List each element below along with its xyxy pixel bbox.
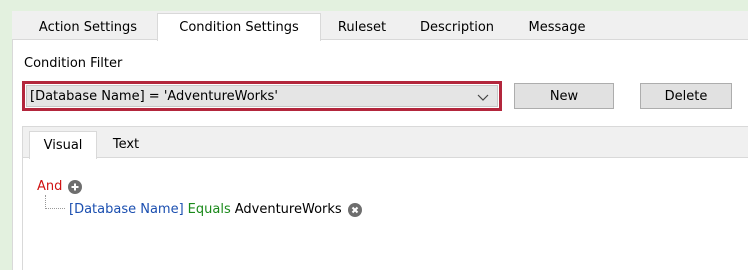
tab-action-settings[interactable]: Action Settings — [21, 15, 155, 40]
delete-button[interactable]: Delete — [640, 83, 732, 109]
settings-tab-strip: Action Settings Condition Settings Rules… — [12, 11, 748, 41]
tab-visual[interactable]: Visual — [29, 131, 97, 159]
editor-tab-strip: Visual Text — [23, 127, 748, 159]
and-operator-label[interactable]: And — [37, 179, 62, 194]
chevron-down-icon[interactable] — [474, 89, 492, 105]
tab-ruleset[interactable]: Ruleset — [321, 15, 403, 40]
condition-field[interactable]: [Database Name] — [69, 202, 184, 217]
tab-message[interactable]: Message — [511, 15, 603, 40]
tab-description[interactable]: Description — [403, 15, 511, 40]
condition-filter-combobox[interactable]: [Database Name] = 'AdventureWorks' — [22, 81, 502, 111]
x-circle-icon[interactable] — [347, 202, 362, 217]
tab-condition-settings[interactable]: Condition Settings — [157, 13, 321, 41]
rule-editor-window: Action Settings Condition Settings Rules… — [12, 11, 748, 270]
condition-operator[interactable]: Equals — [188, 202, 231, 217]
condition-filter-label: Condition Filter — [24, 56, 123, 71]
condition-filter-value: [Database Name] = 'AdventureWorks' — [30, 89, 278, 104]
condition-value[interactable]: AdventureWorks — [235, 202, 342, 217]
tab-text[interactable]: Text — [97, 131, 155, 158]
condition-editor-frame: Visual Text And [Database Name] Equals A… — [22, 126, 748, 270]
plus-circle-icon[interactable] — [68, 179, 83, 194]
tree-connector-line — [45, 195, 65, 209]
condition-node[interactable]: [Database Name] Equals AdventureWorks — [69, 202, 362, 217]
condition-settings-panel: Condition Filter [Database Name] = 'Adve… — [12, 40, 748, 270]
new-button[interactable]: New — [514, 83, 614, 109]
and-node[interactable]: And — [37, 179, 83, 194]
